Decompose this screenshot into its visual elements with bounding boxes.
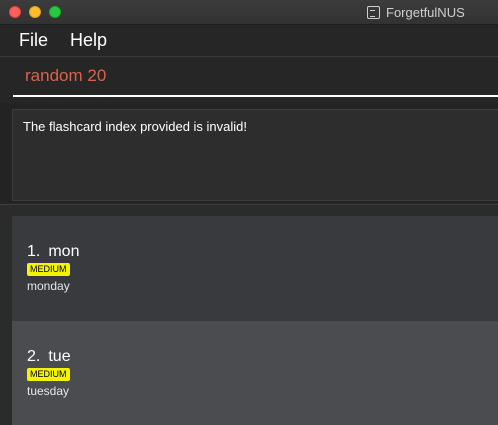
result-message: The flashcard index provided is invalid! [23, 119, 248, 134]
command-input[interactable] [13, 57, 498, 97]
app-window: ForgetfulNUS File Help The flashcard ind… [0, 0, 498, 425]
flashcard-title: 2. tue [27, 348, 71, 366]
title-bar[interactable]: ForgetfulNUS [0, 0, 498, 25]
command-box-panel [0, 57, 498, 103]
flashcard-list-panel[interactable]: 1. mon MEDIUM monday 2. tue MEDIUM tuesday [0, 204, 498, 425]
maximize-icon[interactable] [49, 6, 61, 18]
flashcard-index: 1. [27, 243, 41, 260]
window-title: ForgetfulNUS [386, 4, 465, 20]
close-icon[interactable] [9, 6, 21, 18]
result-display-panel: The flashcard index provided is invalid! [0, 103, 498, 203]
flashcard-list-item[interactable]: 2. tue MEDIUM tuesday [12, 321, 498, 425]
flashcard-front: mon [48, 243, 80, 260]
flashcard-title: 1. mon [27, 243, 79, 261]
menu-file[interactable]: File [19, 30, 48, 50]
menu-bar: File Help [0, 25, 498, 57]
flashcard-index: 2. [27, 348, 41, 365]
flashcard-front: tue [48, 348, 71, 365]
menu-help[interactable]: Help [70, 30, 107, 50]
flashcard-back: tuesday [27, 384, 70, 398]
minimize-icon[interactable] [29, 6, 41, 18]
flashcard-list-item[interactable]: 1. mon MEDIUM monday [12, 216, 498, 321]
result-display[interactable]: The flashcard index provided is invalid! [12, 109, 498, 201]
app-icon [367, 5, 380, 19]
window-title-group: ForgetfulNUS [367, 4, 465, 20]
difficulty-badge: MEDIUM [27, 368, 70, 381]
difficulty-badge: MEDIUM [27, 263, 70, 276]
flashcard-back: monday [27, 279, 70, 293]
